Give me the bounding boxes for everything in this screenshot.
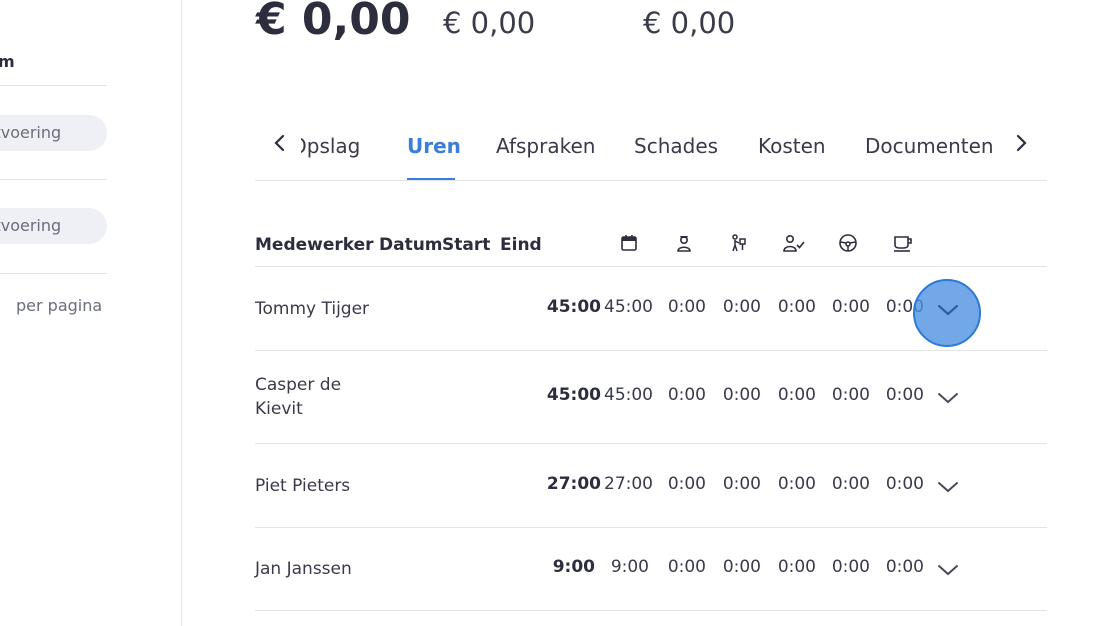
coffee-cup-icon <box>894 236 912 252</box>
secondary-amount: € 0,00 <box>643 6 736 40</box>
table-row[interactable]: Tommy Tijger 45:00 45:00 0:00 0:00 0:00 … <box>255 267 1047 351</box>
tab-documenten[interactable]: Documenten <box>865 134 994 158</box>
status-pill-label: itvoering <box>0 123 62 142</box>
secondary-amount: € 0,00 <box>443 6 536 40</box>
table-row[interactable]: Piet Pieters 27:00 27:00 0:00 0:00 0:00 … <box>255 444 1047 528</box>
hours-value: 0:00 <box>722 297 761 317</box>
table-row[interactable]: Jan Janssen 9:00 9:00 0:00 0:00 0:00 0:0… <box>255 528 1047 611</box>
tab-kosten[interactable]: Kosten <box>758 134 826 158</box>
chevron-down-icon[interactable] <box>933 300 963 320</box>
total-amount: € 0,00 <box>256 0 411 45</box>
column-header-end[interactable]: Eind <box>500 235 542 255</box>
total-hours: 45:00 <box>546 385 601 405</box>
hours-value: 0:00 <box>885 474 924 494</box>
hours-value: 0:00 <box>777 297 816 317</box>
chevron-down-icon[interactable] <box>933 388 963 408</box>
employee-name: Piet Pieters <box>255 476 351 496</box>
hours-value: 0:00 <box>722 385 761 405</box>
total-hours: 9:00 <box>552 557 595 577</box>
chevron-right-icon[interactable] <box>1014 132 1028 160</box>
left-panel-heading: m <box>0 52 15 71</box>
chevron-down-icon[interactable] <box>933 477 963 497</box>
column-header-employee[interactable]: Medewerker <box>255 235 374 255</box>
hours-value: 0:00 <box>777 474 816 494</box>
per-page-label: per pagina <box>16 296 103 315</box>
hours-value: 0:00 <box>831 385 870 405</box>
tab-uren[interactable]: Uren <box>407 134 461 158</box>
hours-value: 0:00 <box>777 557 816 577</box>
person-working-icon <box>732 234 746 252</box>
total-hours: 27:00 <box>546 474 601 494</box>
tab-schades[interactable]: Schades <box>634 134 718 158</box>
hours-value: 0:00 <box>831 474 870 494</box>
hours-value: 0:00 <box>667 297 706 317</box>
employee-name: Jan Janssen <box>255 559 352 579</box>
tab-opslag[interactable]: Opslag <box>301 134 360 158</box>
tab-clip: Opslag <box>301 128 367 172</box>
status-pill[interactable]: itvoering <box>0 115 107 151</box>
table-row[interactable]: Casper de Kievit 45:00 45:00 0:00 0:00 0… <box>255 351 1047 444</box>
employee-name: Tommy Tijger <box>255 299 370 319</box>
steering-wheel-icon <box>839 234 857 252</box>
hours-value: 9:00 <box>610 557 649 577</box>
hours-value: 0:00 <box>722 557 761 577</box>
hours-value: 0:00 <box>667 557 706 577</box>
divider <box>0 85 107 86</box>
tab-bar: Opslag Uren Afspraken Schades Kosten Doc… <box>255 128 1047 181</box>
chevron-down-icon[interactable] <box>933 560 963 580</box>
person-check-icon <box>783 234 805 252</box>
hours-value: 45:00 <box>604 297 653 317</box>
active-tab-indicator <box>407 178 455 180</box>
hours-value: 0:00 <box>831 557 870 577</box>
employee-name: Casper de Kievit <box>255 375 342 419</box>
hours-value: 0:00 <box>885 385 924 405</box>
table-header: Medewerker Datum Start Eind <box>255 228 1047 267</box>
total-hours: 45:00 <box>546 297 601 317</box>
column-header-start[interactable]: Start <box>442 235 490 255</box>
hours-value: 0:00 <box>777 385 816 405</box>
hours-value: 45:00 <box>604 385 653 405</box>
divider <box>0 273 107 274</box>
hours-value: 0:00 <box>831 297 870 317</box>
hours-value: 0:00 <box>722 474 761 494</box>
hours-value: 0:00 <box>667 385 706 405</box>
hours-value: 0:00 <box>667 474 706 494</box>
calendar-icon <box>621 235 637 251</box>
status-pill[interactable]: itvoering <box>0 208 107 244</box>
tab-afspraken[interactable]: Afspraken <box>496 134 595 158</box>
person-badge-icon <box>677 235 691 252</box>
status-pill-label: itvoering <box>0 216 62 235</box>
hours-value: 0:00 <box>885 557 924 577</box>
hours-value: 27:00 <box>604 474 653 494</box>
column-header-date[interactable]: Datum <box>379 235 443 255</box>
left-panel: m itvoering itvoering › per pagina <box>0 0 182 626</box>
chevron-left-icon[interactable] <box>273 132 287 160</box>
divider <box>0 179 107 180</box>
